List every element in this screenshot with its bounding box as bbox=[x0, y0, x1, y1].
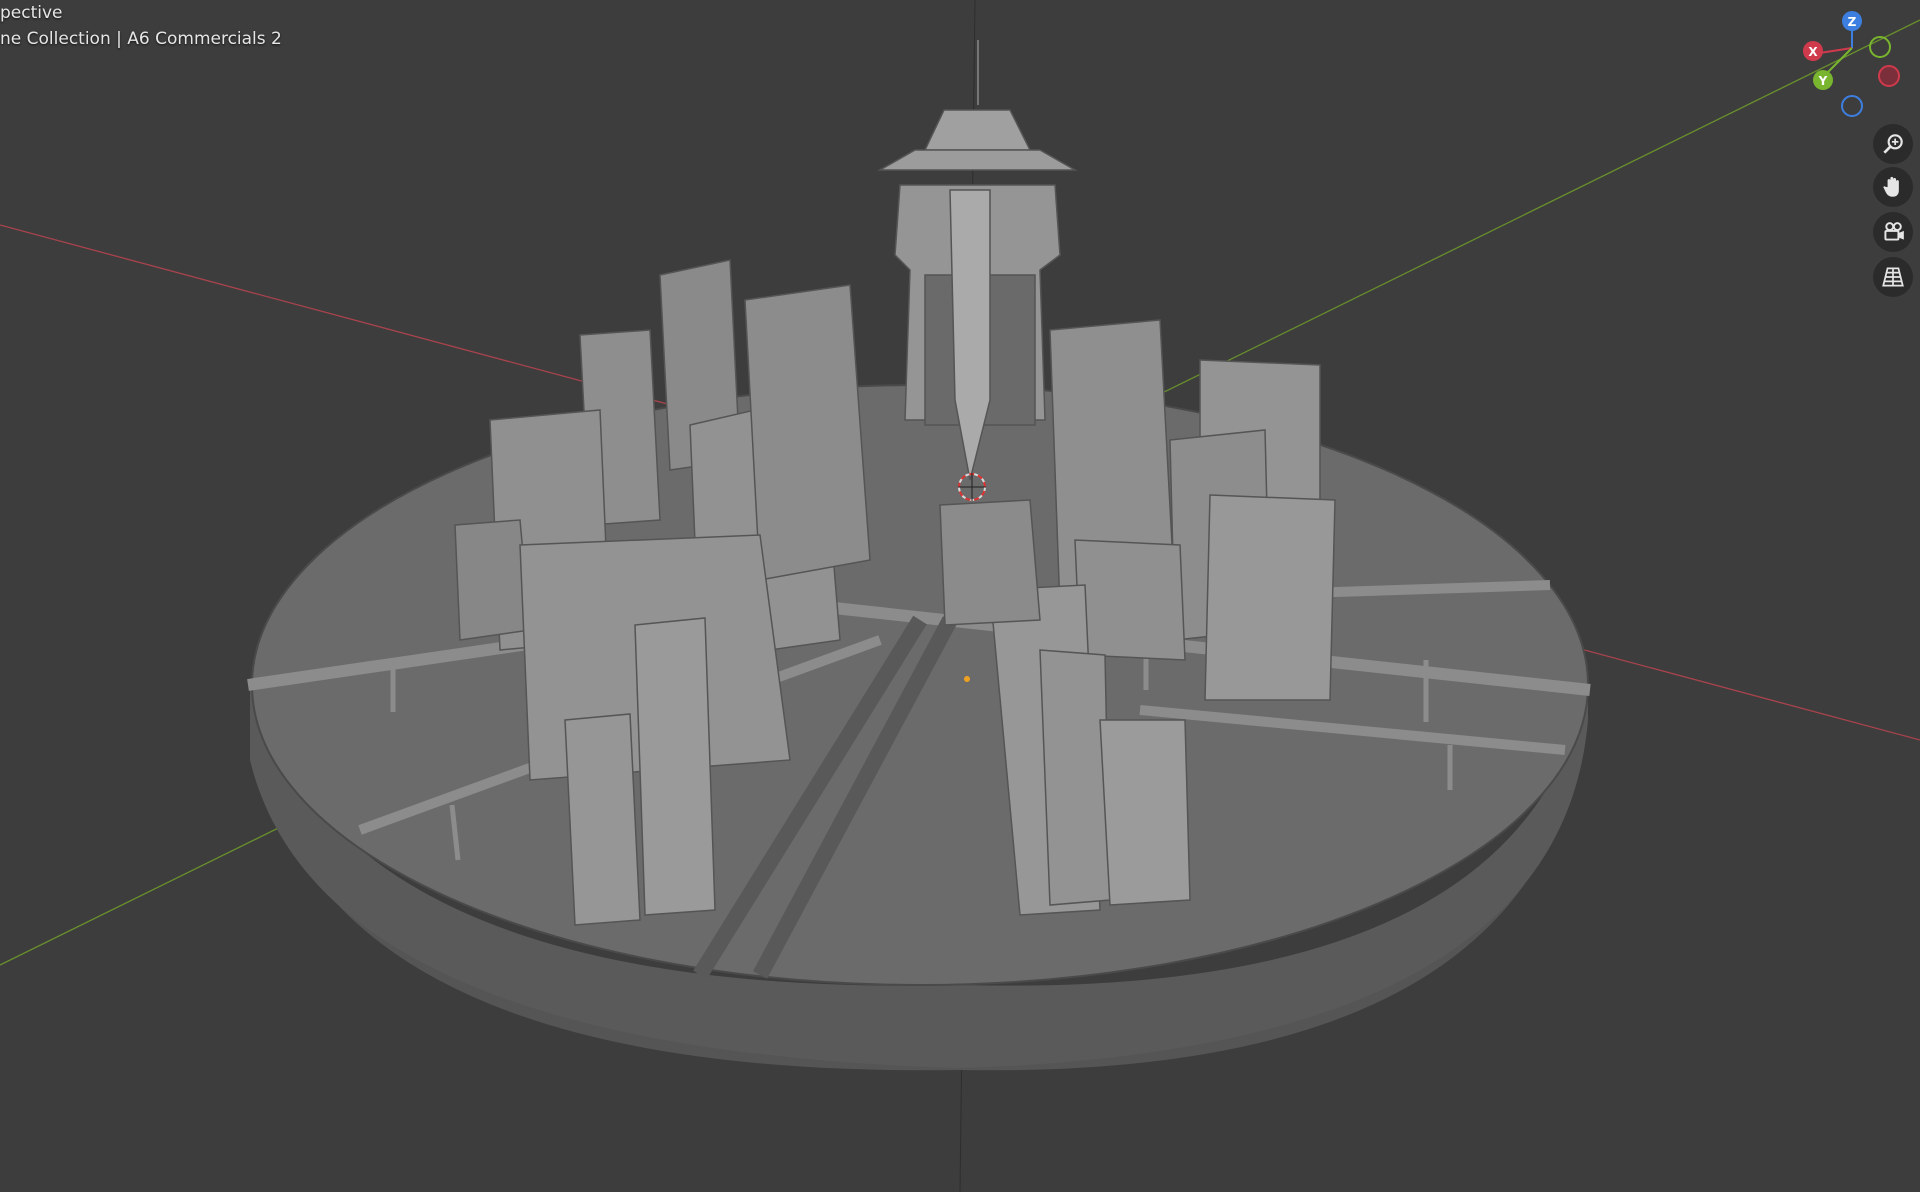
ortho-toggle-button[interactable] bbox=[1873, 257, 1913, 297]
z-axis-label: Z bbox=[1848, 15, 1857, 29]
hand-pan-icon bbox=[1883, 176, 1899, 197]
zoom-button[interactable] bbox=[1873, 124, 1913, 164]
camera-view-button[interactable] bbox=[1873, 212, 1913, 252]
collection-path-label: ne Collection | A6 Commercials 2 bbox=[0, 29, 282, 49]
y-axis-label: Y bbox=[1818, 74, 1828, 88]
grid-ortho-icon bbox=[1882, 267, 1904, 287]
object-origin[interactable] bbox=[964, 676, 970, 682]
view-mode-label: pective bbox=[0, 3, 63, 23]
x-axis-label: X bbox=[1808, 45, 1818, 59]
neg-z-axis-icon[interactable] bbox=[1841, 95, 1863, 117]
3d-viewport[interactable]: Z X Y bbox=[0, 0, 1920, 1192]
navigation-gizmo[interactable]: Z X Y bbox=[1803, 11, 1900, 117]
neg-x-axis-icon[interactable] bbox=[1878, 65, 1900, 87]
pan-button[interactable] bbox=[1873, 167, 1913, 207]
city-base-disc[interactable] bbox=[250, 384, 1589, 1071]
3d-cursor[interactable] bbox=[958, 473, 986, 501]
zoom-icon bbox=[1883, 134, 1903, 154]
camera-view-icon bbox=[1884, 222, 1904, 241]
